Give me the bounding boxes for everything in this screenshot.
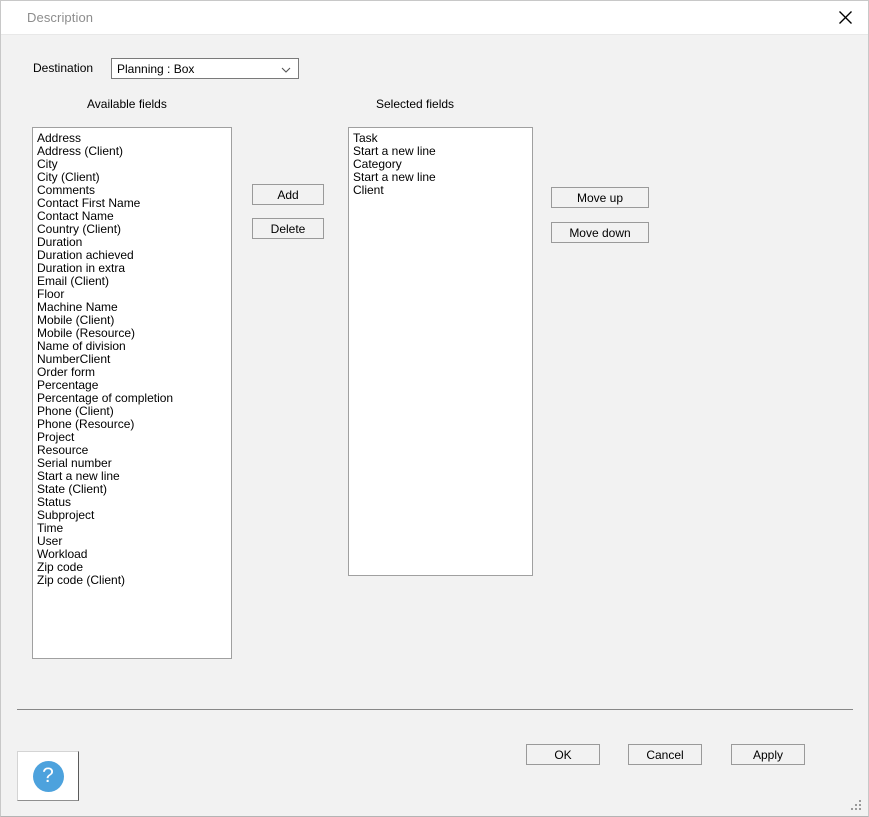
apply-button[interactable]: Apply	[731, 744, 805, 765]
available-field-item[interactable]: Time	[37, 522, 231, 535]
close-icon	[838, 11, 852, 24]
destination-select-value: Planning : Box	[117, 62, 195, 76]
selected-fields-listbox[interactable]: Task Start a new line Category Start a new …	[348, 127, 533, 576]
ok-button[interactable]: OK	[526, 744, 600, 765]
help-icon: ?	[32, 760, 64, 792]
help-button[interactable]: ?	[17, 751, 79, 801]
destination-label: Destination	[33, 61, 94, 75]
delete-button[interactable]: Delete	[252, 218, 324, 239]
selected-field-item[interactable]: Client	[353, 184, 532, 197]
move-up-button[interactable]: Move up	[551, 187, 649, 208]
footer-separator	[17, 709, 853, 710]
move-down-button[interactable]: Move down	[551, 222, 649, 243]
available-field-item[interactable]: Email (Client)	[37, 275, 231, 288]
window-title: Description	[27, 10, 94, 25]
add-button[interactable]: Add	[252, 184, 324, 205]
available-field-item[interactable]: Subproject	[37, 509, 231, 522]
close-button[interactable]	[822, 1, 868, 34]
available-fields-listbox[interactable]: Address Address (Client) City City (Client)…	[32, 127, 232, 659]
cancel-button[interactable]: Cancel	[628, 744, 702, 765]
resize-grip[interactable]	[850, 799, 863, 812]
available-field-item[interactable]: Zip code (Client)	[37, 574, 231, 587]
destination-select[interactable]: Planning : Box	[111, 58, 299, 79]
selected-fields-heading: Selected fields	[376, 97, 455, 111]
title-bar: Description	[1, 1, 868, 35]
available-fields-heading: Available fields	[87, 97, 167, 111]
selected-fields-list: Task Start a new line Category Start a new …	[349, 128, 532, 197]
available-field-item[interactable]: Address (Client)	[37, 145, 231, 158]
available-fields-list: Address Address (Client) City City (Client)…	[33, 128, 231, 587]
description-dialog: Description Destination Planning : Box A…	[0, 0, 869, 817]
chevron-down-icon	[281, 67, 291, 73]
